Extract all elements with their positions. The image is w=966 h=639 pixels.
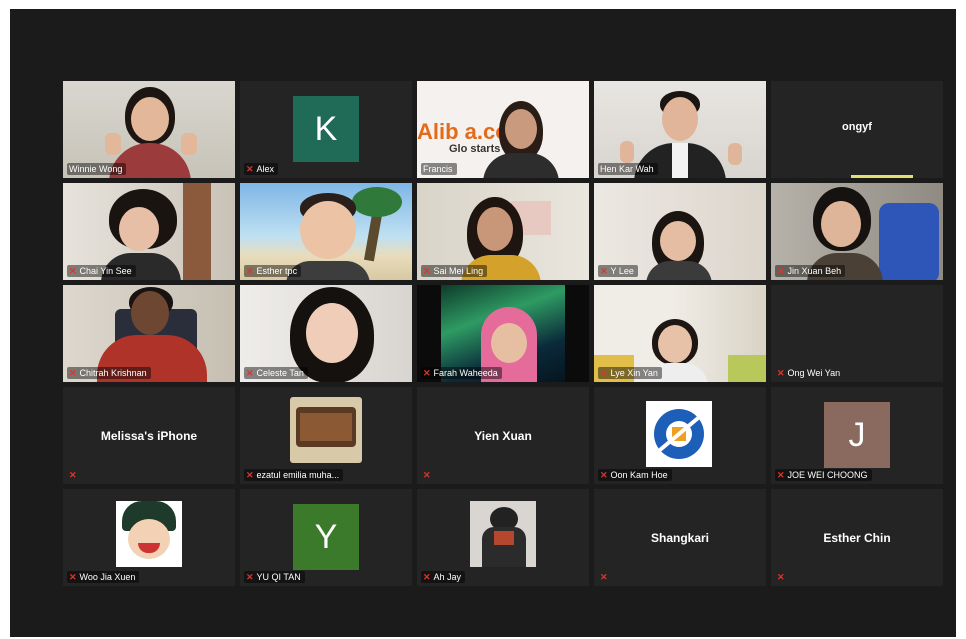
participant-name-label: ✕ Y Lee	[598, 265, 638, 277]
banner-text: Alib a.co	[417, 119, 509, 144]
mic-muted-icon: ✕	[777, 469, 785, 480]
participant-tile-woo-jia-xuen[interactable]: ✕ Woo Jia Xuen	[63, 489, 235, 586]
mic-muted-icon: ✕	[423, 367, 431, 378]
participant-display-name: Shangkari	[650, 531, 710, 545]
mic-muted-icon: ✕	[69, 265, 77, 276]
mic-muted-icon: ✕	[600, 367, 608, 378]
mic-muted-icon: ✕	[246, 265, 254, 276]
participant-tile-yien-xuan[interactable]: Yien Xuan ✕	[417, 387, 589, 484]
participant-name-label: ✕ Ong Wei Yan	[777, 367, 841, 378]
avatar: K	[293, 96, 359, 162]
participant-name-label: ✕ YU QI TAN	[244, 571, 305, 583]
participant-tile-ong-wei-yan[interactable]: ✕ Ong Wei Yan	[771, 285, 943, 382]
participant-name-label: ✕ JOE WEI CHOONG	[775, 469, 872, 481]
participant-display-name: Melissa's iPhone	[100, 429, 198, 443]
mic-muted-icon: ✕	[777, 265, 785, 276]
participant-name-label: ✕ Chitrah Krishnan	[67, 367, 151, 379]
mic-muted-icon: ✕	[69, 470, 77, 480]
profile-picture	[470, 501, 536, 567]
participant-tile-yu-qi-tan[interactable]: Y ✕ YU QI TAN	[240, 489, 412, 586]
mic-muted-icon: ✕	[777, 367, 785, 378]
participant-tile-winnie-wong[interactable]: Winnie Wong	[63, 81, 235, 178]
mic-muted-icon: ✕	[423, 571, 431, 582]
participant-name-label: ✕ ezatul emilia muha...	[244, 469, 344, 481]
participant-tile-alex[interactable]: K ✕ Alex	[240, 81, 412, 178]
participant-name-label: ✕ Farah Waheeda	[421, 367, 502, 379]
participant-name-label: Hen Kar Wah	[598, 163, 658, 175]
participant-tile-chai-yin-see[interactable]: ✕ Chai Yin See	[63, 183, 235, 280]
profile-picture	[116, 501, 182, 567]
participant-name-label: ✕ Woo Jia Xuen	[67, 571, 140, 583]
participant-display-name: ongyf	[842, 121, 872, 133]
participant-grid: Winnie Wong K ✕ Alex Alib a.co Glo starts…	[63, 81, 943, 586]
participant-tile-hen-kar-wah[interactable]: Hen Kar Wah	[594, 81, 766, 178]
avatar: Y	[293, 504, 359, 570]
participant-tile-esther-tpc[interactable]: ✕ Esther tpc	[240, 183, 412, 280]
mic-muted-icon: ✕	[423, 470, 431, 480]
speaking-indicator	[851, 175, 913, 178]
participant-tile-sai-mei-ling[interactable]: ✕ Sai Mei Ling	[417, 183, 589, 280]
participant-tile-oon-kam-hoe[interactable]: ✕ Oon Kam Hoe	[594, 387, 766, 484]
participant-display-name: Esther Chin	[823, 531, 891, 545]
mic-muted-icon: ✕	[600, 572, 608, 582]
mic-muted-icon: ✕	[423, 265, 431, 276]
participant-name-label: ✕	[598, 572, 612, 583]
participant-name-label: ✕ Lye Xin Yan	[598, 367, 662, 379]
participant-name-label: ✕ Oon Kam Hoe	[598, 469, 672, 481]
mic-muted-icon: ✕	[246, 571, 254, 582]
banner-subtext: Glo starts	[449, 143, 501, 155]
profile-picture	[290, 397, 362, 463]
zoom-gallery-window: Winnie Wong K ✕ Alex Alib a.co Glo starts…	[10, 9, 956, 637]
participant-name-label: ✕ Jin Xuan Beh	[775, 265, 846, 277]
mic-muted-icon: ✕	[600, 265, 608, 276]
participant-tile-ah-jay[interactable]: ✕ Ah Jay	[417, 489, 589, 586]
participant-name-label: ✕ Alex	[244, 163, 279, 175]
participant-tile-shangkari[interactable]: Shangkari ✕	[594, 489, 766, 586]
participant-name-label: ✕ Chai Yin See	[67, 265, 136, 277]
participant-tile-esther-chin[interactable]: Esther Chin ✕	[771, 489, 943, 586]
participant-tile-ezatul-emilia[interactable]: ✕ ezatul emilia muha...	[240, 387, 412, 484]
participant-tile-chitrah-krishnan[interactable]: ✕ Chitrah Krishnan	[63, 285, 235, 382]
participant-name-label: ✕	[67, 470, 81, 481]
participant-tile-jin-xuan-beh[interactable]: ✕ Jin Xuan Beh	[771, 183, 943, 280]
mic-muted-icon: ✕	[69, 367, 77, 378]
mic-muted-icon: ✕	[69, 571, 77, 582]
participant-name-label: ✕ Esther tpc	[244, 265, 302, 277]
participant-tile-francis[interactable]: Alib a.co Glo starts Francis	[417, 81, 589, 178]
participant-name-label: ✕ Sai Mei Ling	[421, 265, 488, 277]
avatar: J	[824, 402, 890, 468]
mic-muted-icon: ✕	[246, 469, 254, 480]
participant-tile-joe-wei-choong[interactable]: J ✕ JOE WEI CHOONG	[771, 387, 943, 484]
mic-muted-icon: ✕	[246, 367, 254, 378]
participant-tile-ongyf[interactable]: ongyf	[771, 81, 943, 178]
participant-name-label: Winnie Wong	[67, 163, 127, 175]
participant-tile-farah-waheeda[interactable]: ✕ Farah Waheeda	[417, 285, 589, 382]
participant-tile-y-lee[interactable]: ✕ Y Lee	[594, 183, 766, 280]
participant-name-label: ✕ Celeste Tan	[244, 367, 308, 379]
participant-name-label: ✕	[775, 572, 789, 583]
participant-name-label: ✕ Ah Jay	[421, 571, 466, 583]
participant-tile-melissas-iphone[interactable]: Melissa's iPhone ✕	[63, 387, 235, 484]
participant-name-label: Francis	[421, 163, 457, 175]
participant-display-name: Yien Xuan	[474, 429, 532, 443]
mic-muted-icon: ✕	[246, 163, 254, 174]
participant-tile-celeste-tan[interactable]: ✕ Celeste Tan	[240, 285, 412, 382]
mic-muted-icon: ✕	[600, 469, 608, 480]
profile-picture	[646, 401, 712, 467]
participant-name-label: ✕	[421, 470, 435, 481]
mic-muted-icon: ✕	[777, 572, 785, 582]
participant-tile-lye-xin-yan[interactable]: ✕ Lye Xin Yan	[594, 285, 766, 382]
